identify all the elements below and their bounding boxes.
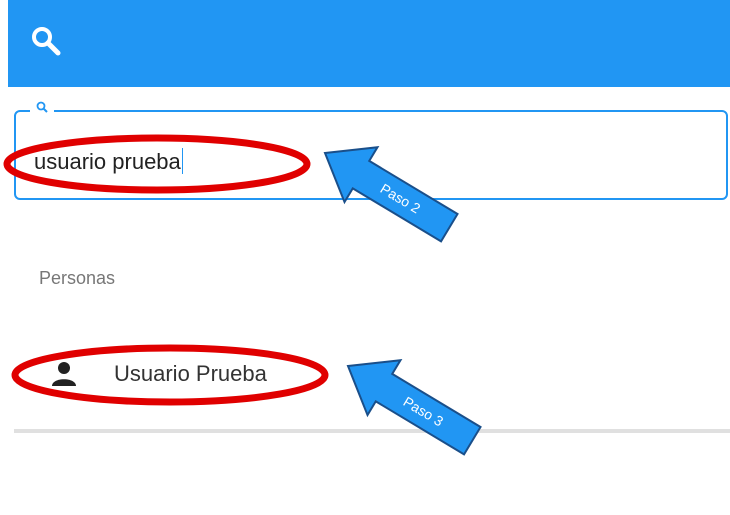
- person-name: Usuario Prueba: [114, 361, 267, 386]
- section-title: Personas: [39, 268, 116, 288]
- person-icon: [51, 360, 77, 386]
- search-icon: [30, 101, 54, 117]
- divider: [14, 429, 730, 433]
- app-bar: [8, 0, 730, 87]
- search-input-value: usuario prueba: [34, 149, 181, 174]
- search-input[interactable]: usuario prueba: [34, 148, 183, 175]
- text-caret: [181, 148, 183, 174]
- search-field[interactable]: usuario prueba: [14, 101, 728, 200]
- list-item-person[interactable]: Usuario Prueba: [20, 352, 720, 400]
- search-icon[interactable]: [28, 23, 64, 59]
